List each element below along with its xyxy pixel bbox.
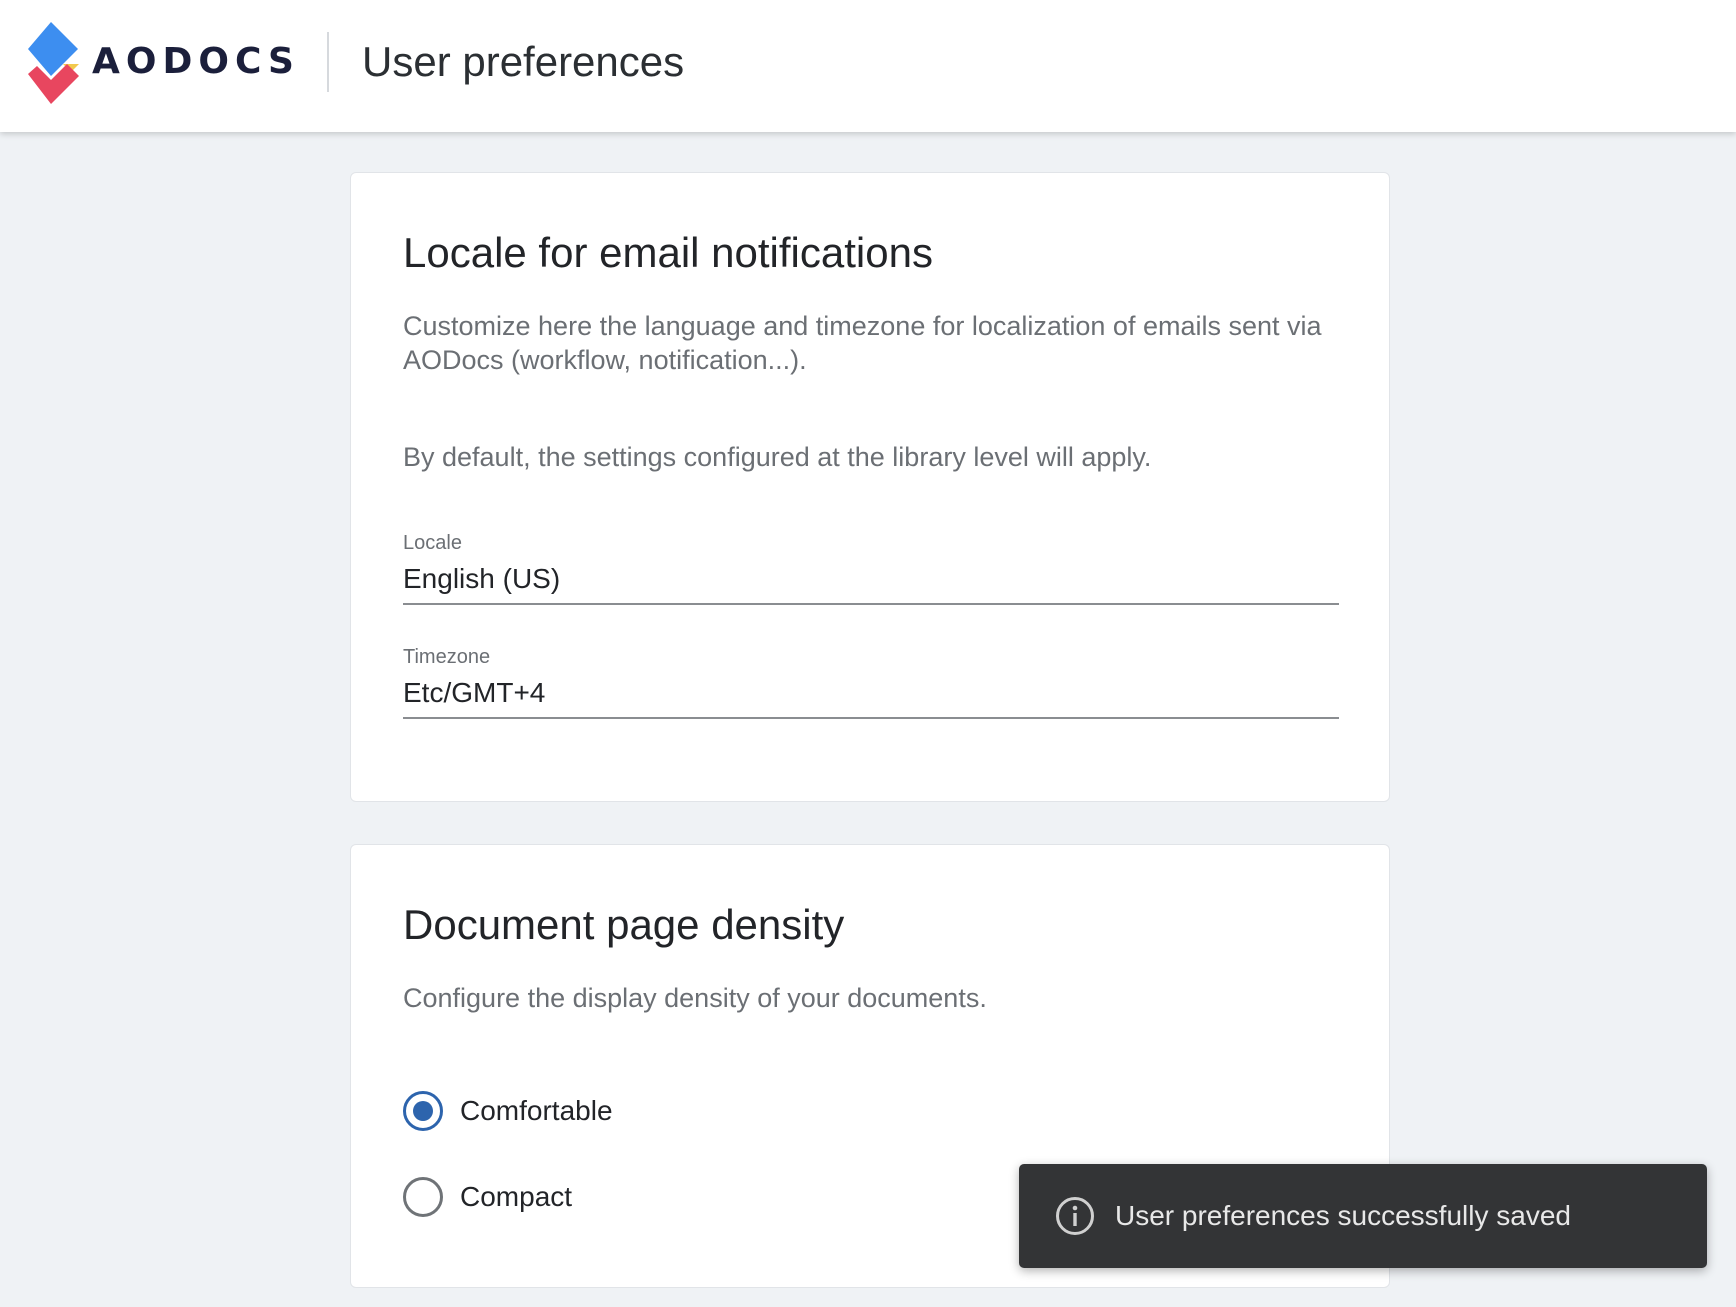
locale-field-label: Locale xyxy=(403,532,462,554)
logo-wordmark: AODOCS xyxy=(92,41,300,82)
locale-default-note: By default, the settings configured at t… xyxy=(403,442,1152,472)
radio-option-compact[interactable]: Compact xyxy=(403,1175,572,1219)
locale-card-description: Customize here the language and timezone… xyxy=(403,311,1322,375)
toast-message: User preferences successfully saved xyxy=(1115,1200,1571,1231)
radio-comfortable-label[interactable]: Comfortable xyxy=(460,1091,613,1131)
density-card-title: Document page density xyxy=(403,901,845,948)
locale-card: Locale for email notifications Customize… xyxy=(350,172,1390,802)
aodocs-logo-icon[interactable] xyxy=(28,22,86,104)
radio-option-comfortable[interactable]: Comfortable xyxy=(403,1089,613,1133)
locale-select[interactable]: English (US) xyxy=(403,559,1339,605)
locale-card-title: Locale for email notifications xyxy=(403,229,933,276)
timezone-select[interactable]: Etc/GMT+4 xyxy=(403,673,1339,719)
info-icon xyxy=(1056,1197,1094,1235)
page-title: User preferences xyxy=(362,38,685,85)
radio-compact-label[interactable]: Compact xyxy=(460,1177,572,1217)
timezone-field-label: Timezone xyxy=(403,646,491,668)
header-divider xyxy=(327,32,329,92)
snackbar-toast: User preferences successfully saved xyxy=(1019,1164,1707,1268)
density-card-description: Configure the display density of your do… xyxy=(403,983,987,1013)
app-header: AODOCS User preferences xyxy=(0,0,1736,132)
radio-compact[interactable] xyxy=(403,1177,443,1217)
radio-comfortable[interactable] xyxy=(403,1091,443,1131)
